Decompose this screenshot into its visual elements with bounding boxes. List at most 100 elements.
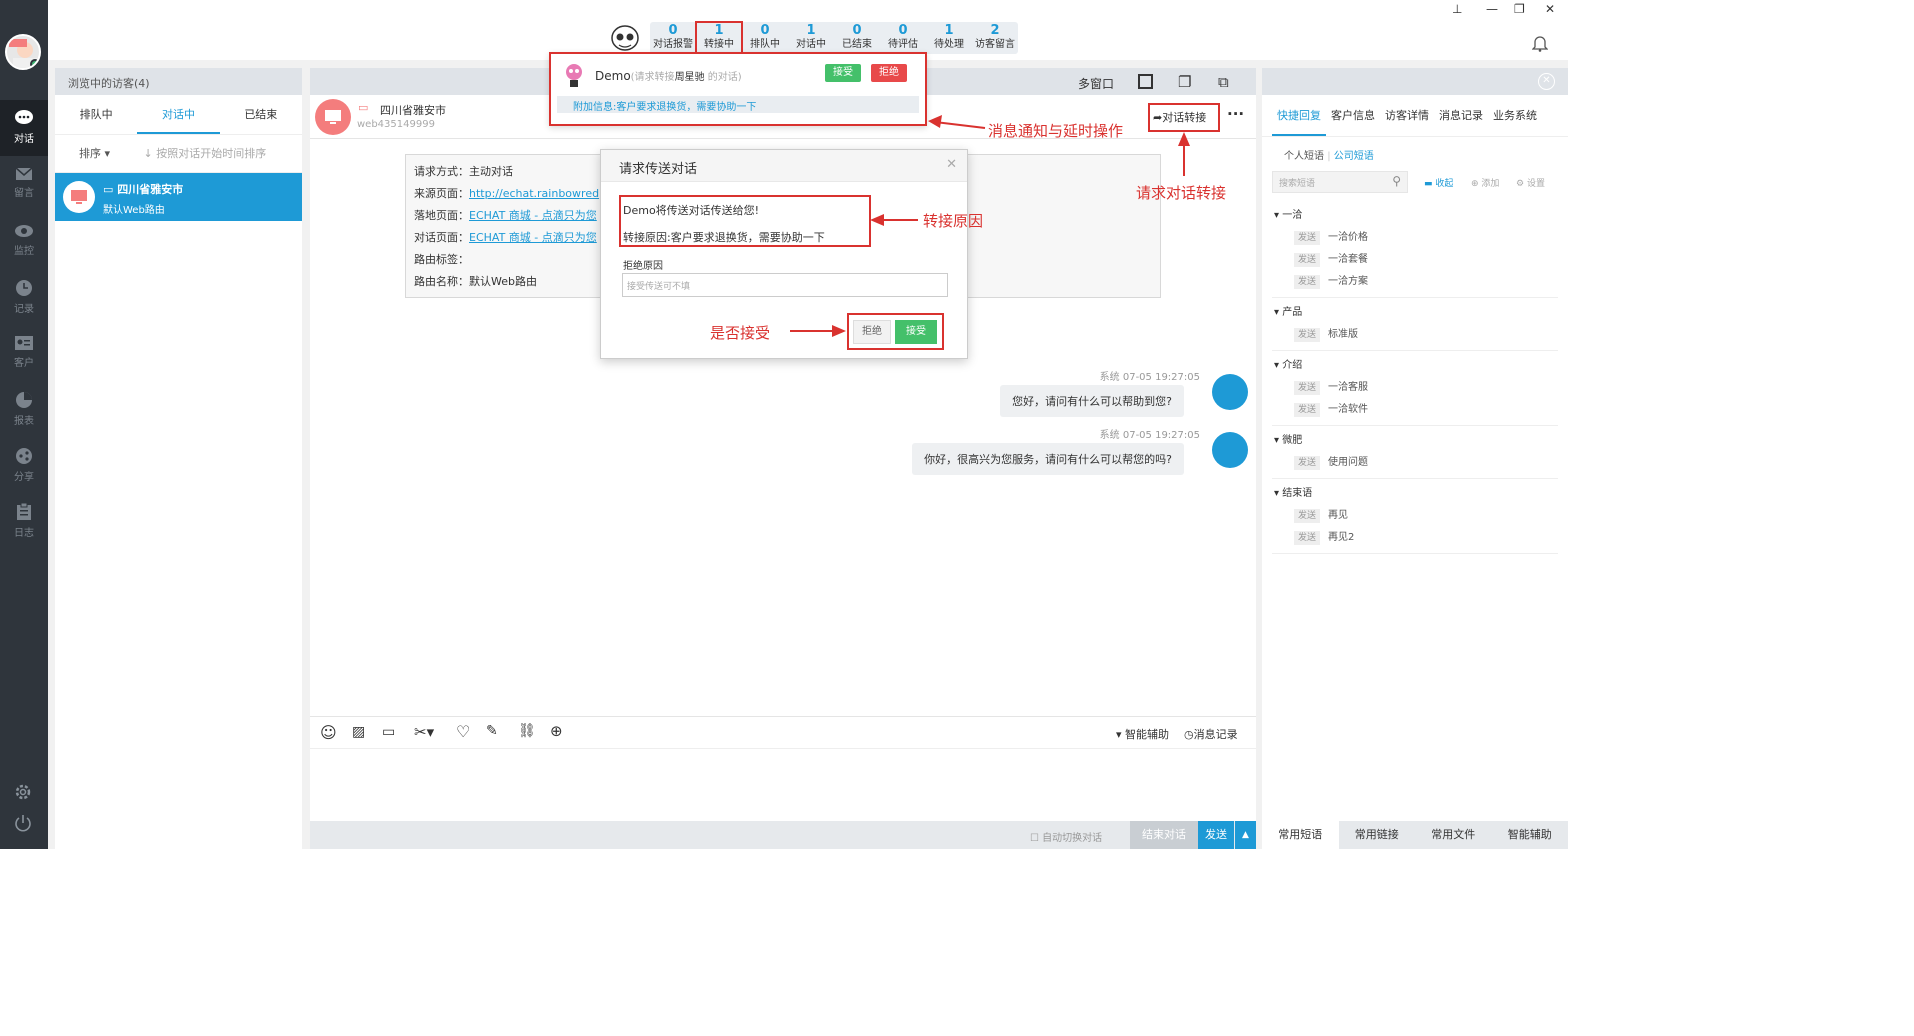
phrase-item[interactable]: 发送 一洽软件	[1262, 399, 1568, 421]
transfer-button[interactable]: ➦对话转接	[1153, 109, 1206, 125]
phrase-group[interactable]: ▾ 产品	[1262, 302, 1568, 324]
nav-reports[interactable]: 报表	[0, 382, 48, 438]
phrase-group[interactable]: ▾ 结束语	[1262, 483, 1568, 505]
stat-transferring[interactable]: 1 转接中	[695, 21, 743, 55]
source-page-link[interactable]: http://echat.rainbowred	[469, 187, 599, 200]
phrase-item[interactable]: 发送 一洽套餐	[1262, 249, 1568, 271]
collapse-button[interactable]: ▬ 收起	[1424, 176, 1453, 189]
tab-message-log[interactable]: 消息记录	[1434, 95, 1488, 136]
restore-icon[interactable]: ❐	[1514, 2, 1525, 16]
visitor-route: 默认Web路由	[103, 205, 165, 216]
cascade-window-icon[interactable]: ❐	[1178, 73, 1191, 91]
tab-common-files[interactable]: 常用文件	[1415, 821, 1492, 849]
tab-queue[interactable]: 排队中	[55, 95, 137, 134]
nav-message[interactable]: 留言	[0, 158, 48, 214]
phrase-item[interactable]: 发送 标准版	[1262, 324, 1568, 346]
edit-icon[interactable]: ✎	[486, 723, 498, 739]
stat-visitor-message[interactable]: 2 访客留言	[972, 22, 1018, 54]
phrase-search-input[interactable]: 搜索短语 ⚲	[1272, 171, 1408, 193]
message-history-button[interactable]: ◷消息记录	[1184, 726, 1238, 742]
tab-chatting[interactable]: 对话中	[137, 95, 220, 134]
dialog-close-icon[interactable]: ✕	[946, 157, 957, 172]
nav-log[interactable]: 日志	[0, 494, 48, 550]
settings-button[interactable]: ⚙ 设置	[1516, 176, 1545, 189]
end-chat-button[interactable]: 结束对话	[1130, 821, 1198, 849]
dialog-accept-button[interactable]: 接受	[895, 320, 937, 344]
tab-customer-info[interactable]: 客户信息	[1326, 95, 1380, 136]
subtab-company[interactable]: 公司短语	[1334, 151, 1374, 162]
stat-alert[interactable]: 0 对话报警	[650, 22, 696, 54]
power-icon[interactable]	[13, 813, 33, 833]
notification-reject-button[interactable]: 拒绝	[871, 64, 907, 82]
close-panel-icon[interactable]: ✕	[1538, 73, 1555, 90]
single-window-icon[interactable]	[1138, 74, 1153, 89]
bell-icon[interactable]	[1532, 34, 1548, 52]
heart-icon[interactable]: ♡	[456, 722, 470, 741]
phrase-item[interactable]: 发送 一洽客服	[1262, 377, 1568, 399]
avatar[interactable]	[5, 34, 41, 70]
minimize-icon[interactable]: —	[1486, 2, 1498, 16]
stat-chatting[interactable]: 1 对话中	[788, 22, 834, 54]
tab-quick-reply[interactable]: 快捷回复	[1272, 95, 1326, 136]
nav-share[interactable]: 分享	[0, 438, 48, 494]
tile-window-icon[interactable]: ⧉	[1218, 73, 1229, 91]
more-options-icon[interactable]: ···	[1227, 105, 1244, 123]
tab-common-links[interactable]: 常用链接	[1339, 821, 1416, 849]
tab-ended[interactable]: 已结束	[220, 95, 302, 134]
dialog-reject-button[interactable]: 拒绝	[853, 320, 891, 344]
message-input[interactable]	[310, 748, 1256, 821]
nav-records[interactable]: 记录	[0, 270, 48, 326]
pin-icon[interactable]: ⊥	[1452, 2, 1462, 16]
phrase-group[interactable]: ▾ 一洽	[1262, 205, 1568, 227]
send-button[interactable]: 发送	[1198, 821, 1234, 849]
settings-gear-icon[interactable]	[13, 782, 33, 802]
phrase-item[interactable]: 发送 再见2	[1262, 527, 1568, 549]
folder-icon[interactable]: ▭	[382, 724, 395, 740]
phrase-item[interactable]: 发送 再见	[1262, 505, 1568, 527]
tab-common-phrases[interactable]: 常用短语	[1262, 821, 1339, 849]
emoji-icon[interactable]: ☺	[320, 723, 337, 742]
phrase-group[interactable]: ▾ 微肥	[1262, 430, 1568, 452]
notification-accept-button[interactable]: 接受	[825, 64, 861, 82]
phrase-item[interactable]: 发送 一洽方案	[1262, 271, 1568, 293]
send-options-icon[interactable]: ▲	[1235, 821, 1256, 849]
multi-window-label[interactable]: 多窗口	[1078, 75, 1114, 92]
tab-smart-assist[interactable]: 智能辅助	[1492, 821, 1569, 849]
stat-pending[interactable]: 1 待处理	[926, 22, 972, 54]
link-icon[interactable]: ⛓	[518, 723, 536, 739]
phrase-item[interactable]: 发送 使用问题	[1262, 452, 1568, 474]
subtab-personal[interactable]: 个人短语	[1284, 151, 1324, 162]
mail-icon	[15, 167, 33, 180]
tab-visitor-detail[interactable]: 访客详情	[1380, 95, 1434, 136]
right-panel-header: ✕	[1262, 68, 1568, 95]
visitor-list-item[interactable]: ▭ 四川省雅安市 默认Web路由	[55, 173, 302, 221]
visitor-panel-title: 浏览中的访客(4)	[55, 68, 302, 95]
nav-chat[interactable]: 对话	[0, 100, 48, 156]
nav-customers[interactable]: 客户	[0, 326, 48, 382]
stat-queue[interactable]: 0 排队中	[742, 22, 788, 54]
smart-assist-toggle[interactable]: ▾ 智能辅助	[1116, 726, 1169, 742]
close-window-icon[interactable]: ✕	[1545, 2, 1555, 16]
nav-monitor[interactable]: 监控	[0, 214, 48, 270]
phrase-group[interactable]: ▾ 介绍	[1262, 355, 1568, 377]
sort-dropdown[interactable]: 排序 ▾	[79, 147, 110, 160]
stat-ended[interactable]: 0 已结束	[834, 22, 880, 54]
scissors-icon[interactable]: ✂▾	[414, 723, 434, 741]
add-button[interactable]: ⊕ 添加	[1471, 176, 1499, 189]
auto-switch-checkbox[interactable]: ☐ 自动切换对话	[1030, 829, 1102, 844]
visitor-panel: 浏览中的访客(4) 排队中 对话中 已结束 排序 ▾ ↓ 按照对话开始时间排序 …	[55, 68, 302, 849]
chat-footer: ☐ 自动切换对话 结束对话 发送 ▲	[310, 821, 1256, 849]
image-icon[interactable]: ▨	[352, 724, 365, 740]
phrase-item[interactable]: 发送 一洽价格	[1262, 227, 1568, 249]
contact-card-icon	[15, 336, 33, 350]
tab-business-system[interactable]: 业务系统	[1488, 95, 1542, 136]
bot-avatar-icon	[1212, 374, 1248, 410]
reject-reason-input[interactable]: 接受传送可不填	[622, 273, 948, 297]
landing-page-link[interactable]: ECHAT 商城 - 点滴只为您	[469, 209, 597, 222]
search-icon[interactable]: ⚲	[1392, 174, 1401, 188]
globe-icon[interactable]: ⊕	[550, 722, 563, 740]
monitor-icon	[71, 190, 87, 204]
chat-page-link[interactable]: ECHAT 商城 - 点滴只为您	[469, 231, 597, 244]
request-method: 主动对话	[469, 165, 513, 178]
stat-evaluate[interactable]: 0 待评估	[880, 22, 926, 54]
